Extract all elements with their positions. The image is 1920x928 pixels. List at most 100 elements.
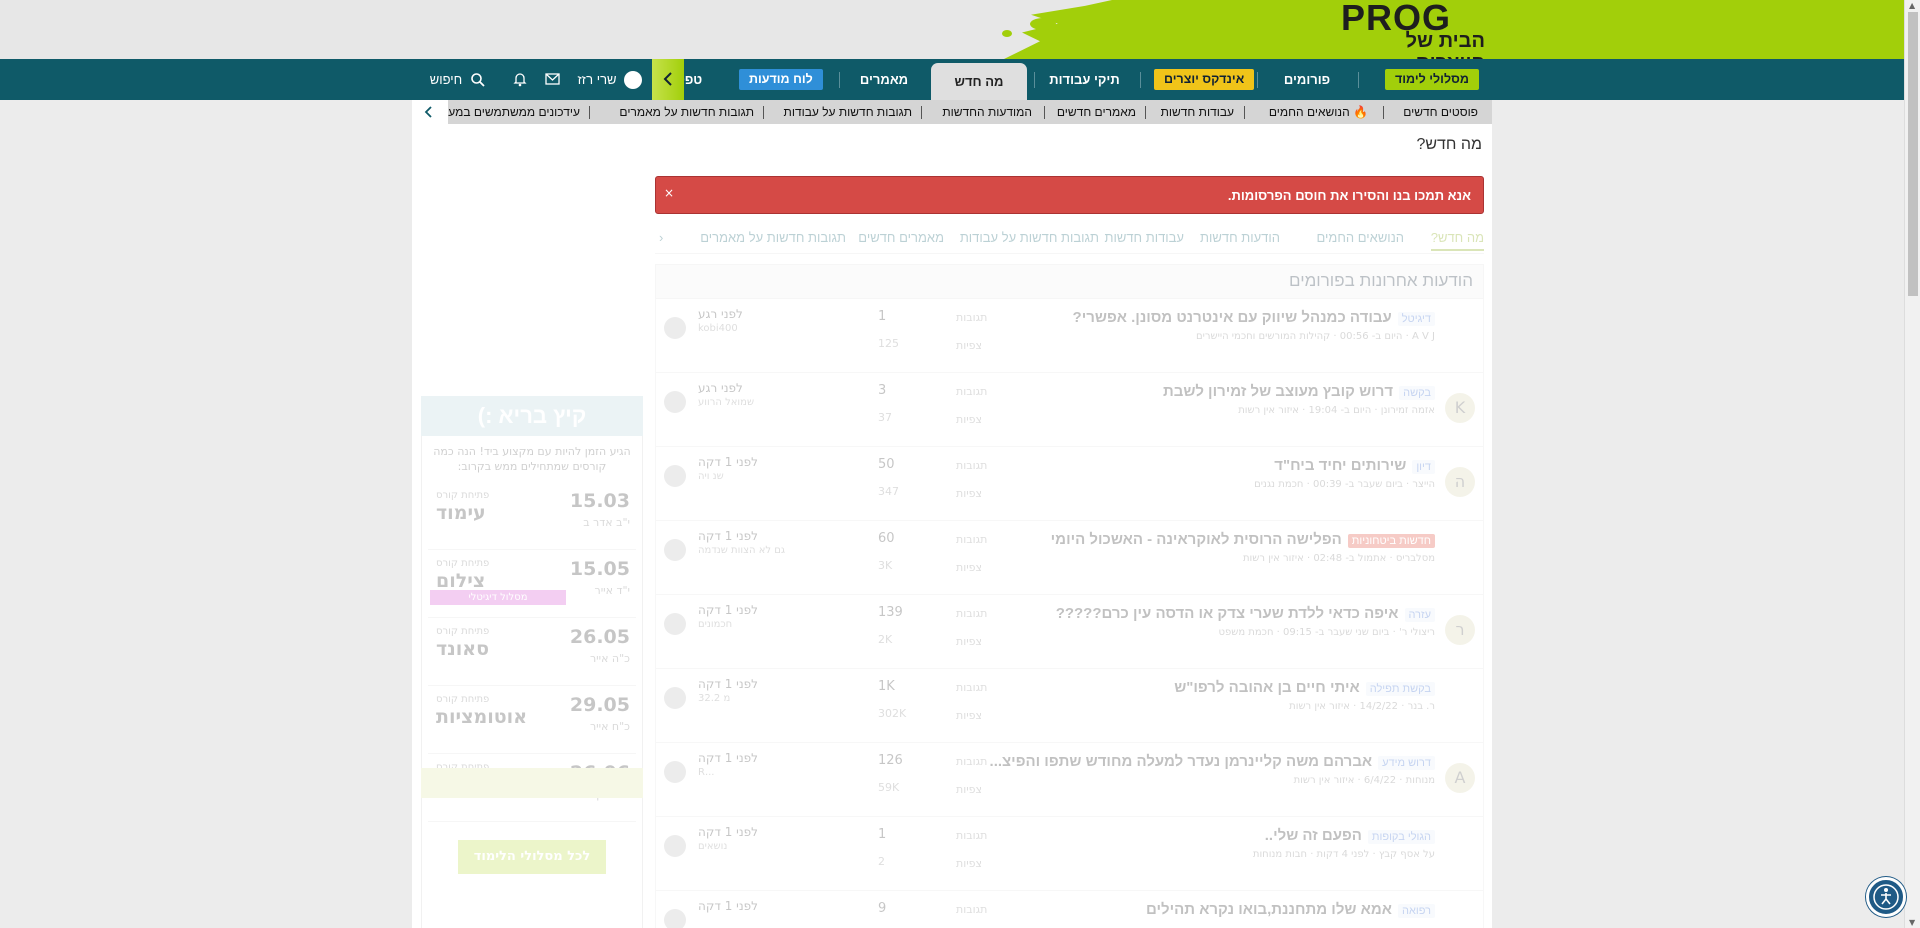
nav-ads-board[interactable]: לוח מודעות: [739, 69, 823, 90]
user-avatar[interactable]: [624, 71, 642, 89]
thread-row[interactable]: בקשת תפילה איתי חיים בן אהובה לרפו"ש ר. בנ…: [655, 669, 1484, 743]
thread-prefix[interactable]: דיגיטל: [1397, 312, 1435, 326]
last-post-avatar[interactable]: [664, 687, 686, 709]
course-item[interactable]: 26.05 כ"ה אייר פתיחת קורס סאונד: [428, 618, 636, 686]
last-post-time[interactable]: לפני 1 דקה: [698, 751, 758, 765]
last-post-time[interactable]: לפני 1 דקה: [698, 455, 758, 469]
thread-avatar[interactable]: ה: [1445, 467, 1475, 497]
last-post-user[interactable]: ...R: [698, 767, 715, 778]
thread-prefix[interactable]: הגולי בקופות: [1367, 830, 1435, 844]
last-post-time[interactable]: לפני 1 דקה: [698, 825, 758, 839]
last-post-user[interactable]: שמואל הרווע: [698, 397, 754, 408]
thread-row[interactable]: חדשות ביטחוניות הפלישה הרוסית לאוקראינה -…: [655, 521, 1484, 595]
thread-row[interactable]: ה דיון שירותים יחיד ביח"ד הייצר · ביום שעבר…: [655, 447, 1484, 521]
bell-icon[interactable]: [512, 71, 528, 91]
nav-learning-paths[interactable]: מסלולי לימוד: [1385, 69, 1479, 90]
thread-avatar[interactable]: A: [1445, 763, 1475, 793]
user-name[interactable]: שרי רזז: [572, 59, 622, 100]
last-post-avatar[interactable]: [664, 835, 686, 857]
scrollbar-thumb[interactable]: [1908, 12, 1918, 296]
thread-title-text[interactable]: אמא שלו מתחננת,בואו נקרא תהילים: [1146, 901, 1392, 918]
accessibility-button[interactable]: [1866, 877, 1906, 917]
thread-title-text[interactable]: איתי חיים בן אהובה לרפו"ש: [1174, 679, 1360, 696]
thread-title-text[interactable]: דרוש קובץ מעוצב של זמירון לשבת: [1163, 383, 1393, 400]
last-post-user[interactable]: חכמונים: [698, 619, 732, 630]
last-post-avatar[interactable]: [664, 761, 686, 783]
last-post-user[interactable]: kobi400: [698, 323, 738, 334]
last-post-user[interactable]: נושאים: [698, 841, 727, 852]
nav-articles[interactable]: מאמרים: [848, 59, 920, 100]
subnav-new-works[interactable]: עבודות חדשות: [1161, 100, 1234, 124]
nav-scroll-arrow[interactable]: [652, 59, 684, 100]
close-icon[interactable]: ×: [664, 186, 674, 200]
subnav-followed-updates[interactable]: עידכונים ממשתמשים במעקב: [434, 100, 580, 124]
course-name[interactable]: עימוד: [436, 502, 486, 524]
last-post-time[interactable]: לפני רגע: [698, 381, 743, 395]
thread-title[interactable]: דיגיטל עבודה כמנהל שיווק עם אינטרנט מסונן…: [1073, 309, 1435, 326]
tab-new-article-comments[interactable]: תגובות חדשות על מאמרים: [700, 230, 846, 245]
search-link[interactable]: חיפוש: [425, 59, 467, 100]
tab-hot-topics[interactable]: הנושאים החמים: [1316, 230, 1404, 245]
thread-avatar[interactable]: ר: [1445, 615, 1475, 645]
thread-title[interactable]: רפואה אמא שלו מתחננת,בואו נקרא תהילים: [1146, 901, 1435, 918]
search-icon[interactable]: [470, 72, 486, 92]
subnav-new-work-comments[interactable]: תגובות חדשות על עבודות: [784, 100, 912, 124]
tab-new-articles[interactable]: מאמרים חדשים: [858, 230, 944, 245]
site-logo[interactable]: PROG הבית של היוצרים: [1335, 0, 1485, 59]
tab-new-works[interactable]: עבודות חדשות: [1104, 230, 1184, 245]
thread-avatar[interactable]: K: [1445, 393, 1475, 423]
thread-row[interactable]: A דרוש מידע אברהם משה קליינרמן נעדר למעלה …: [655, 743, 1484, 817]
scroll-up-icon[interactable]: ▲: [1909, 1, 1915, 10]
course-name[interactable]: צילום: [436, 570, 485, 592]
thread-row[interactable]: דיגיטל עבודה כמנהל שיווק עם אינטרנט מסונן…: [655, 299, 1484, 373]
course-item[interactable]: 15.05 י"ד אייר פתיחת קורס צילום מסלול דיגיטל…: [428, 550, 636, 618]
last-post-avatar[interactable]: [664, 465, 686, 487]
tab-whats-new[interactable]: מה חדש?: [1430, 230, 1484, 251]
subnav-new-articles[interactable]: מאמרים חדשים: [1057, 100, 1136, 124]
thread-title-text[interactable]: הפלישה הרוסית לאוקראינה - האשכול היומי: [1051, 531, 1342, 548]
last-post-user[interactable]: גם לא הצוות שנדמה: [698, 545, 785, 556]
thread-title[interactable]: עזרה איפה כדאי ללדת שערי צדק או הדסה עין …: [1056, 605, 1435, 622]
last-post-avatar[interactable]: [664, 613, 686, 635]
last-post-time[interactable]: לפני רגע: [698, 307, 743, 321]
nav-forums[interactable]: פורומים: [1272, 59, 1342, 100]
last-post-time[interactable]: לפני 1 דקה: [698, 529, 758, 543]
last-post-user[interactable]: שנ ויה: [698, 471, 724, 482]
last-post-avatar[interactable]: [664, 391, 686, 413]
thread-title-text[interactable]: עבודה כמנהל שיווק עם אינטרנט מסונן. אפשר…: [1073, 309, 1392, 326]
nav-portfolios[interactable]: תיקי עבודות: [1042, 59, 1127, 100]
tab-new-messages[interactable]: הודעות חדשות: [1200, 230, 1280, 245]
last-post-avatar[interactable]: [664, 539, 686, 561]
nav-whats-new[interactable]: מה חדש: [931, 63, 1027, 100]
thread-prefix[interactable]: בקשה: [1399, 386, 1435, 400]
last-post-avatar[interactable]: [664, 909, 686, 928]
thread-row[interactable]: ר עזרה איפה כדאי ללדת שערי צדק או הדסה עין…: [655, 595, 1484, 669]
thread-row[interactable]: הגולי בקופות הפעם זה שלי.. על אסף קבץ · לפ…: [655, 817, 1484, 891]
last-post-time[interactable]: לפני 1 דקה: [698, 899, 758, 913]
subnav-scroll-left[interactable]: [412, 100, 448, 124]
thread-title[interactable]: חדשות ביטחוניות הפלישה הרוסית לאוקראינה -…: [1051, 531, 1435, 548]
thread-title-text[interactable]: הפעם זה שלי..: [1265, 827, 1362, 844]
tab-new-work-comments[interactable]: תגובות חדשות על עבודות: [960, 230, 1099, 245]
thread-prefix[interactable]: בקשת תפילה: [1365, 682, 1435, 696]
subnav-new-posts[interactable]: פוסטים חדשים: [1403, 100, 1478, 124]
course-item[interactable]: 15.03 י"ב אדר ב פתיחת קורס עימוד: [428, 482, 636, 550]
thread-prefix[interactable]: עזרה: [1404, 608, 1435, 622]
thread-prefix[interactable]: רפואה: [1398, 904, 1435, 918]
thread-title[interactable]: בקשה דרוש קובץ מעוצב של זמירון לשבת: [1163, 383, 1435, 400]
nav-creators-index[interactable]: אינדקס יוצרים: [1154, 69, 1255, 90]
subnav-new-article-comments[interactable]: תגובות חדשות על מאמרים: [619, 100, 754, 124]
last-post-time[interactable]: לפני 1 דקה: [698, 677, 758, 691]
thread-title-text[interactable]: שירותים יחיד ביח"ד: [1274, 457, 1406, 474]
chevron-left-icon[interactable]: ‹: [659, 230, 663, 245]
all-paths-button[interactable]: לכל מסלולי הלימוד: [458, 840, 606, 874]
thread-title-text[interactable]: איפה כדאי ללדת שערי צדק או הדסה עין כרם?…: [1056, 605, 1399, 622]
course-item[interactable]: 29.05 כ"ח אייר פתיחת קורס אוטומציות: [428, 686, 636, 754]
course-name[interactable]: אוטומציות: [436, 706, 527, 728]
subnav-hot-topics[interactable]: 🔥 הנושאים החמים: [1269, 100, 1368, 124]
thread-title[interactable]: הגולי בקופות הפעם זה שלי..: [1265, 827, 1435, 844]
thread-prefix[interactable]: חדשות ביטחוניות: [1347, 534, 1435, 548]
scroll-down-icon[interactable]: ▼: [1909, 918, 1915, 927]
page-scrollbar[interactable]: ▲ ▼: [1904, 0, 1920, 928]
thread-title[interactable]: בקשת תפילה איתי חיים בן אהובה לרפו"ש: [1174, 679, 1435, 696]
